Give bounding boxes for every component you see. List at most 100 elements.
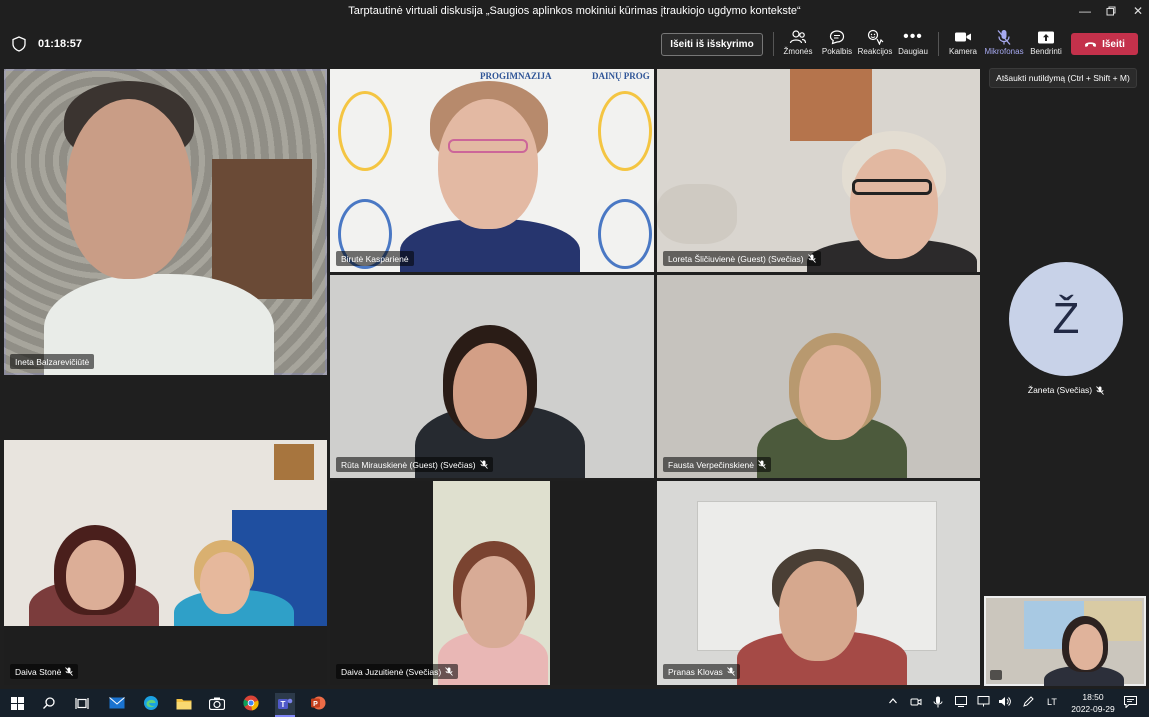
share-button[interactable]: Bendrinti — [1025, 28, 1067, 62]
file-explorer-icon[interactable] — [174, 693, 194, 713]
leave-label: Išeiti — [1102, 38, 1125, 50]
video-tile[interactable]: Loreta Šličiuvienė (Guest) (Svečias) — [657, 69, 980, 272]
mic-off-icon — [65, 667, 74, 676]
clock-date: 2022-09-29 — [1071, 704, 1115, 714]
mic-off-icon — [1096, 385, 1104, 395]
svg-text:P: P — [313, 701, 318, 708]
mic-label: Mikrofonas — [984, 47, 1024, 56]
people-icon — [788, 28, 808, 46]
share-icon — [1036, 28, 1056, 46]
window-title: Tarptautinė virtuali diskusija „Saugios … — [348, 5, 801, 17]
windows-start-icon[interactable] — [7, 693, 27, 713]
school-logo — [598, 91, 652, 171]
school-logo — [598, 199, 652, 269]
participant-name: Daiva Juzuitienė (Svečias) — [341, 666, 442, 677]
school-logo — [338, 91, 392, 171]
name-tag: Daiva Juzuitienė (Svečias) — [336, 664, 459, 679]
name-tag: Birutė Kasparienė — [336, 251, 414, 266]
chat-icon — [827, 28, 847, 46]
powerpoint-icon[interactable]: P — [308, 693, 328, 713]
meet-now-icon[interactable] — [910, 696, 922, 710]
reactions-icon — [865, 28, 885, 46]
video-tile[interactable]: Daiva Stonė — [4, 440, 327, 685]
shelf-background — [212, 159, 312, 299]
name-tag: Pranas Klovas — [663, 664, 740, 679]
video-frame — [433, 481, 550, 685]
camera-switch-icon[interactable] — [990, 670, 1002, 680]
maximize-icon[interactable] — [1097, 0, 1125, 22]
teams-icon[interactable]: T — [275, 693, 295, 717]
camera-button[interactable]: Kamera — [942, 28, 984, 62]
windows-taskbar: T P LT 18:50 2022-09-29 — [0, 689, 1149, 717]
mic-button[interactable]: Mikrofonas — [983, 28, 1025, 62]
mic-muted-icon — [994, 28, 1014, 46]
video-tile[interactable]: PROGIMNAZIJA DAINŲ PROG Birutė Kasparien… — [330, 69, 654, 272]
mic-off-icon — [807, 254, 816, 263]
pen-icon[interactable] — [1022, 696, 1034, 710]
shield-icon — [12, 36, 26, 52]
phone-hangup-icon — [1085, 42, 1097, 47]
mic-off-icon — [726, 667, 735, 676]
more-icon: ••• — [903, 28, 923, 45]
name-tag: Ineta Balzarevičiūtė — [10, 354, 95, 369]
background-text: PROGIMNAZIJA — [480, 71, 552, 81]
mic-off-icon — [479, 460, 488, 469]
task-view-icon[interactable] — [72, 693, 92, 713]
wall-picture — [274, 444, 314, 480]
name-tag: Fausta Verpečinskienė — [663, 457, 771, 472]
leave-button[interactable]: Išeiti — [1071, 33, 1138, 55]
video-tile[interactable]: Pranas Klovas — [657, 481, 980, 685]
unmute-tooltip: Atšaukti nutildymą (Ctrl + Shift + M) — [989, 68, 1137, 88]
participant-name: Žaneta (Svečias) — [1027, 385, 1093, 395]
chrome-icon[interactable] — [241, 693, 261, 713]
self-view[interactable] — [984, 596, 1146, 686]
close-icon[interactable]: ✕ — [1124, 0, 1149, 22]
svg-text:T: T — [281, 700, 286, 709]
mail-icon[interactable] — [107, 693, 127, 713]
language-indicator[interactable]: LT — [1047, 697, 1057, 707]
chevron-up-icon[interactable] — [888, 696, 898, 708]
participant-name: Rūta Mirauskienė (Guest) (Svečias) — [341, 459, 476, 470]
meeting-timer: 01:18:57 — [38, 38, 83, 50]
chat-button[interactable]: Pokalbis — [816, 28, 858, 62]
video-tile[interactable]: Fausta Verpečinskienė — [657, 275, 980, 478]
more-button[interactable]: ••• Daugiau — [892, 28, 934, 62]
reactions-button[interactable]: Reakcijos — [854, 28, 896, 62]
video-frame — [4, 440, 327, 626]
camera-label: Kamera — [948, 47, 977, 56]
avatar[interactable]: Ž — [1009, 262, 1123, 376]
minimize-icon[interactable]: — — [1071, 0, 1099, 22]
leave-breakout-button[interactable]: Išeiti iš išskyrimo — [661, 33, 763, 56]
volume-icon[interactable] — [998, 696, 1011, 709]
people-label: Žmonės — [783, 47, 813, 56]
camera-app-icon[interactable] — [207, 693, 227, 713]
participant-name: Birutė Kasparienė — [341, 253, 409, 264]
video-tile[interactable]: Daiva Juzuitienė (Svečias) — [330, 481, 654, 685]
more-label: Daugiau — [898, 47, 928, 56]
search-icon[interactable] — [39, 693, 59, 713]
teams-meeting-window: Tarptautinė virtuali diskusija „Saugios … — [0, 0, 1149, 717]
microphone-tray-icon[interactable] — [933, 696, 943, 710]
notification-icon[interactable] — [1124, 696, 1137, 710]
divider — [938, 32, 939, 56]
clock-time: 18:50 — [1082, 692, 1104, 702]
screen-share-tray-icon[interactable] — [955, 696, 967, 709]
camera-icon — [953, 28, 973, 46]
participant-name: Pranas Klovas — [668, 666, 723, 677]
divider — [773, 32, 774, 56]
edge-browser-icon[interactable] — [141, 693, 161, 713]
network-icon[interactable] — [977, 696, 990, 709]
participant-name: Ineta Balzarevičiūtė — [15, 356, 90, 367]
participant-name: Daiva Stonė — [15, 666, 62, 677]
system-clock[interactable]: 18:50 2022-09-29 — [1068, 691, 1118, 715]
video-tile[interactable]: Ineta Balzarevičiūtė — [4, 69, 327, 375]
share-label: Bendrinti — [1030, 47, 1062, 56]
reactions-label: Reakcijos — [857, 47, 893, 56]
chat-label: Pokalbis — [821, 47, 853, 56]
video-tile[interactable]: Rūta Mirauskienė (Guest) (Svečias) — [330, 275, 654, 478]
participant-name: Loreta Šličiuvienė (Guest) (Svečias) — [668, 253, 804, 264]
mic-off-icon — [445, 667, 453, 676]
people-button[interactable]: Žmonės — [777, 28, 819, 62]
glasses — [448, 139, 528, 153]
meeting-toolbar: 01:18:57 Išeiti iš išskyrimo Žmonės Poka… — [0, 22, 1149, 66]
